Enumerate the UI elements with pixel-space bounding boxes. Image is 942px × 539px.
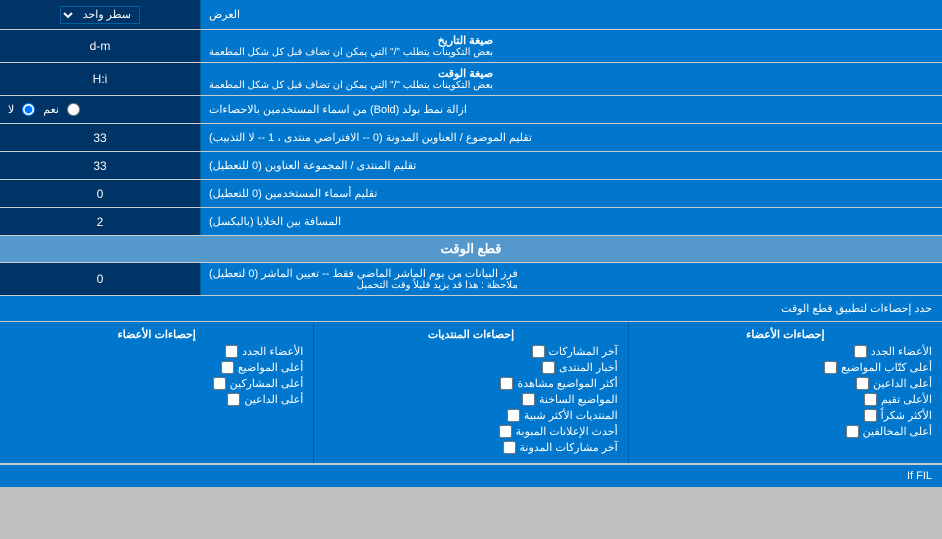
bold-radio-wrapper: نعم لا <box>0 96 200 123</box>
time-format-input[interactable] <box>4 72 196 86</box>
subject-address-row: تقليم الموضوع / العناوين المدونة (0 -- ا… <box>0 124 942 152</box>
space-cells-label: المسافة بين الخلايا (بالبكسل) <box>200 208 942 235</box>
if-fil-text: If FIL <box>907 470 932 482</box>
list-item: أعلى المواضيع <box>10 361 303 374</box>
time-format-label: صيغة الوقت بعض التكوينات يتطلب "/" التي … <box>200 63 942 95</box>
list-item: أخبار المنتدى <box>324 361 617 374</box>
subject-address-input-wrapper <box>0 124 200 151</box>
list-item: الأعضاء الجدد <box>10 345 303 358</box>
checkbox-col-2: إحصاءات المنتديات آخر المشاركات أخبار ال… <box>313 322 627 463</box>
checkbox-col-1: إحصاءات الأعضاء الأعضاء الجدد أعلى كتّاب… <box>628 322 942 463</box>
list-item: أعلى كتّاب المواضيع <box>639 361 932 374</box>
checkbox-top-violators[interactable] <box>846 425 859 438</box>
checkbox-most-viewed[interactable] <box>500 377 513 390</box>
checkbox-forum-news[interactable] <box>542 361 555 374</box>
checkbox-top-inviters[interactable] <box>856 377 869 390</box>
list-item: المنتديات الأكثر شبية <box>324 409 617 422</box>
checkbox-top-rated[interactable] <box>864 393 877 406</box>
list-item: المواضيع الساخنة <box>324 393 617 406</box>
time-cut-header: قطع الوقت <box>0 236 942 263</box>
forum-address-row: تقليم المنتدى / المجموعة العناوين (0 للت… <box>0 152 942 180</box>
bold-no-label: لا <box>8 103 14 116</box>
checkbox-col-3: إحصاءات الأعضاء الأعضاء الجدد أعلى الموا… <box>0 322 313 463</box>
checkbox-members-new[interactable] <box>854 345 867 358</box>
list-item: أعلى الداعين <box>10 393 303 406</box>
bold-usernames-label: ازالة نمط بولد (Bold) من اسماء المستخدمي… <box>200 96 942 123</box>
time-cut-input-wrapper <box>0 263 200 295</box>
col3-header: إحصاءات الأعضاء <box>10 328 303 341</box>
display-mode-wrapper: سطر واحد سطرين ثلاثة أسطر <box>0 0 200 29</box>
stats-limit-row: حدد إحصاءات لتطبيق قطع الوقت <box>0 296 942 322</box>
list-item: الأعضاء الجدد <box>639 345 932 358</box>
forum-address-input[interactable] <box>4 159 196 173</box>
date-format-input-wrapper <box>0 30 200 62</box>
time-format-row: صيغة الوقت بعض التكوينات يتطلب "/" التي … <box>0 63 942 96</box>
main-container: العرض سطر واحد سطرين ثلاثة أسطر صيغة الت… <box>0 0 942 487</box>
checkbox-latest-classifieds[interactable] <box>499 425 512 438</box>
col2-header: إحصاءات المنتديات <box>324 328 617 341</box>
bold-yes-label: نعم <box>43 103 59 116</box>
checkbox-col3-top-topics[interactable] <box>221 361 234 374</box>
list-item: أعلى المخالفين <box>639 425 932 438</box>
list-item: أعلى المشاركين <box>10 377 303 390</box>
subject-address-input[interactable] <box>4 131 196 145</box>
usernames-trim-row: تقليم أسماء المستخدمين (0 للتعطيل) <box>0 180 942 208</box>
col1-header: إحصاءات الأعضاء <box>639 328 932 341</box>
checkbox-top-writers[interactable] <box>824 361 837 374</box>
date-format-row: صيغة التاريخ بعض التكوينات يتطلب "/" الت… <box>0 30 942 63</box>
time-cut-label: فرز البيانات من يوم الماشر الماضي فقط --… <box>200 263 942 295</box>
bold-no-radio[interactable] <box>22 103 35 116</box>
list-item: آخر المشاركات <box>324 345 617 358</box>
space-cells-input-wrapper <box>0 208 200 235</box>
display-mode-select[interactable]: سطر واحد سطرين ثلاثة أسطر <box>60 6 140 24</box>
time-cut-input[interactable] <box>4 272 196 286</box>
checkbox-col3-new[interactable] <box>225 345 238 358</box>
list-item: أعلى الداعين <box>639 377 932 390</box>
checkbox-hot-topics[interactable] <box>522 393 535 406</box>
time-format-input-wrapper <box>0 63 200 95</box>
bold-usernames-row: ازالة نمط بولد (Bold) من اسماء المستخدمي… <box>0 96 942 124</box>
subject-address-label: تقليم الموضوع / العناوين المدونة (0 -- ا… <box>200 124 942 151</box>
section-title: العرض <box>200 0 942 29</box>
space-cells-row: المسافة بين الخلايا (بالبكسل) <box>0 208 942 236</box>
checkbox-col3-top-posters[interactable] <box>213 377 226 390</box>
bold-yes-radio[interactable] <box>67 103 80 116</box>
checkbox-last-posts[interactable] <box>532 345 545 358</box>
if-fil-row: If FIL <box>0 464 942 487</box>
date-format-input[interactable] <box>4 39 196 53</box>
time-cut-row: فرز البيانات من يوم الماشر الماضي فقط --… <box>0 263 942 296</box>
usernames-trim-label: تقليم أسماء المستخدمين (0 للتعطيل) <box>200 180 942 207</box>
usernames-trim-input[interactable] <box>4 187 196 201</box>
list-item: الأكثر شكراً <box>639 409 932 422</box>
date-format-label: صيغة التاريخ بعض التكوينات يتطلب "/" الت… <box>200 30 942 62</box>
list-item: آخر مشاركات المدونة <box>324 441 617 454</box>
list-item: أكثر المواضيع مشاهدة <box>324 377 617 390</box>
usernames-trim-input-wrapper <box>0 180 200 207</box>
list-item: الأعلى تقيم <box>639 393 932 406</box>
checkbox-popular-forums[interactable] <box>507 409 520 422</box>
checkbox-most-thanks[interactable] <box>864 409 877 422</box>
list-item: أحدث الإعلانات المبوبة <box>324 425 617 438</box>
checkbox-col3-top-inviters[interactable] <box>227 393 240 406</box>
forum-address-label: تقليم المنتدى / المجموعة العناوين (0 للت… <box>200 152 942 179</box>
checkboxes-section: إحصاءات الأعضاء الأعضاء الجدد أعلى كتّاب… <box>0 322 942 464</box>
checkbox-blog-posts[interactable] <box>503 441 516 454</box>
forum-address-input-wrapper <box>0 152 200 179</box>
space-cells-input[interactable] <box>4 215 196 229</box>
